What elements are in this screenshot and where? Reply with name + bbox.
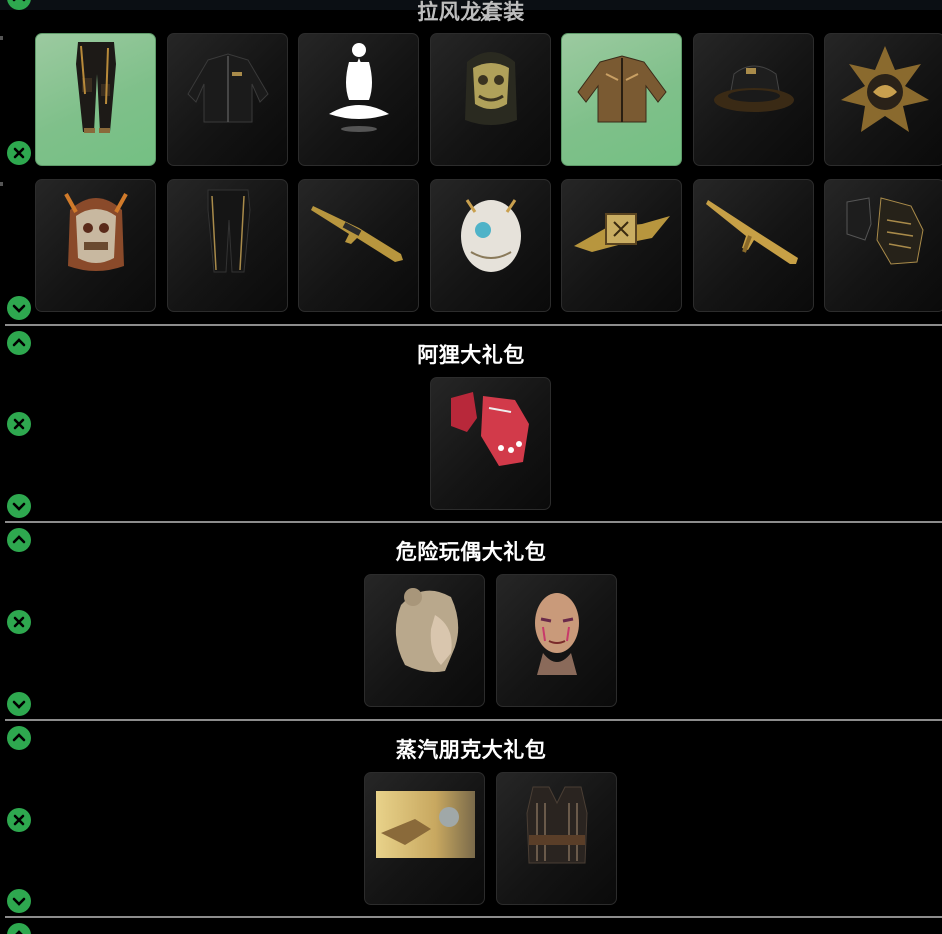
section-divider bbox=[5, 521, 942, 523]
close-icon bbox=[13, 418, 25, 430]
item-card-red-gloves[interactable] bbox=[430, 377, 551, 510]
jacket-icon bbox=[187, 53, 269, 123]
hat-icon bbox=[714, 65, 794, 112]
section-divider bbox=[5, 916, 942, 918]
remove-section-button[interactable] bbox=[7, 610, 31, 634]
section-divider bbox=[5, 719, 942, 721]
item-card-steampunk-vest[interactable] bbox=[496, 772, 617, 905]
vest-icon bbox=[526, 786, 588, 864]
plate-icon bbox=[574, 213, 670, 252]
gloves-icon bbox=[846, 197, 924, 265]
close-icon bbox=[13, 616, 25, 628]
rifle-icon bbox=[706, 200, 798, 264]
remove-section-button[interactable] bbox=[7, 141, 31, 165]
collapse-up-button[interactable] bbox=[7, 923, 31, 934]
image-icon bbox=[376, 791, 475, 858]
hair-icon bbox=[395, 588, 459, 673]
section-title: 阿狸大礼包 bbox=[417, 343, 525, 367]
item-card-black-jacket[interactable] bbox=[167, 33, 288, 166]
item-card-dragon-spray[interactable] bbox=[824, 33, 942, 166]
pants-icon bbox=[76, 42, 116, 133]
close-icon bbox=[13, 147, 25, 159]
chevron-down-icon bbox=[12, 700, 26, 709]
pants-icon bbox=[207, 189, 251, 273]
chevron-down-icon bbox=[12, 502, 26, 511]
item-card-blonde-hair[interactable] bbox=[364, 574, 485, 707]
backpack-icon bbox=[461, 199, 521, 272]
remove-section-button[interactable] bbox=[7, 808, 31, 832]
expand-down-button[interactable] bbox=[7, 889, 31, 913]
chevron-down-icon bbox=[12, 897, 26, 906]
item-card-gold-rifle[interactable] bbox=[298, 179, 419, 312]
backpack-icon bbox=[64, 193, 128, 271]
gloves-icon bbox=[451, 392, 529, 466]
chevron-up-icon bbox=[15, 930, 23, 934]
item-card-dragon-pants[interactable] bbox=[35, 33, 156, 166]
face-icon bbox=[535, 593, 579, 675]
chevron-up-icon bbox=[12, 0, 26, 2]
expand-down-button[interactable] bbox=[7, 692, 31, 716]
item-card-dragon-nameplate[interactable] bbox=[561, 179, 682, 312]
section-title: 危险玩偶大礼包 bbox=[395, 540, 547, 564]
item-card-gold-dragon-backpack[interactable] bbox=[430, 33, 551, 166]
item-card-black-track-pants[interactable] bbox=[167, 179, 288, 312]
jacket-icon bbox=[577, 55, 667, 123]
item-card-gold-gloves[interactable] bbox=[824, 179, 942, 312]
item-card-dragon-face-backpack[interactable] bbox=[35, 179, 156, 312]
item-card-steampunk-loading-screen[interactable] bbox=[364, 772, 485, 905]
backpack-icon bbox=[465, 52, 517, 125]
item-card-bucket-hat[interactable] bbox=[693, 33, 814, 166]
edge-mark bbox=[0, 36, 3, 40]
edge-mark bbox=[0, 182, 3, 186]
item-card-gold-leather-jacket[interactable] bbox=[561, 33, 682, 166]
expand-down-button[interactable] bbox=[7, 296, 31, 320]
section-title: 蒸汽朋克大礼包 bbox=[395, 738, 547, 762]
section-title: 拉风龙套装 bbox=[417, 0, 525, 24]
close-icon bbox=[13, 814, 25, 826]
item-card-white-dragon-backpack[interactable] bbox=[430, 179, 551, 312]
chevron-down-icon bbox=[12, 304, 26, 313]
expand-down-button[interactable] bbox=[7, 494, 31, 518]
item-card-face-paint[interactable] bbox=[496, 574, 617, 707]
item-card-gold-ak-rifle[interactable] bbox=[693, 179, 814, 312]
emblem-icon bbox=[841, 46, 929, 132]
rifle-icon bbox=[311, 206, 403, 262]
section-divider bbox=[5, 324, 942, 326]
remove-section-button[interactable] bbox=[7, 412, 31, 436]
item-card-meditation-emote[interactable] bbox=[298, 33, 419, 166]
meditate-icon bbox=[329, 43, 389, 132]
